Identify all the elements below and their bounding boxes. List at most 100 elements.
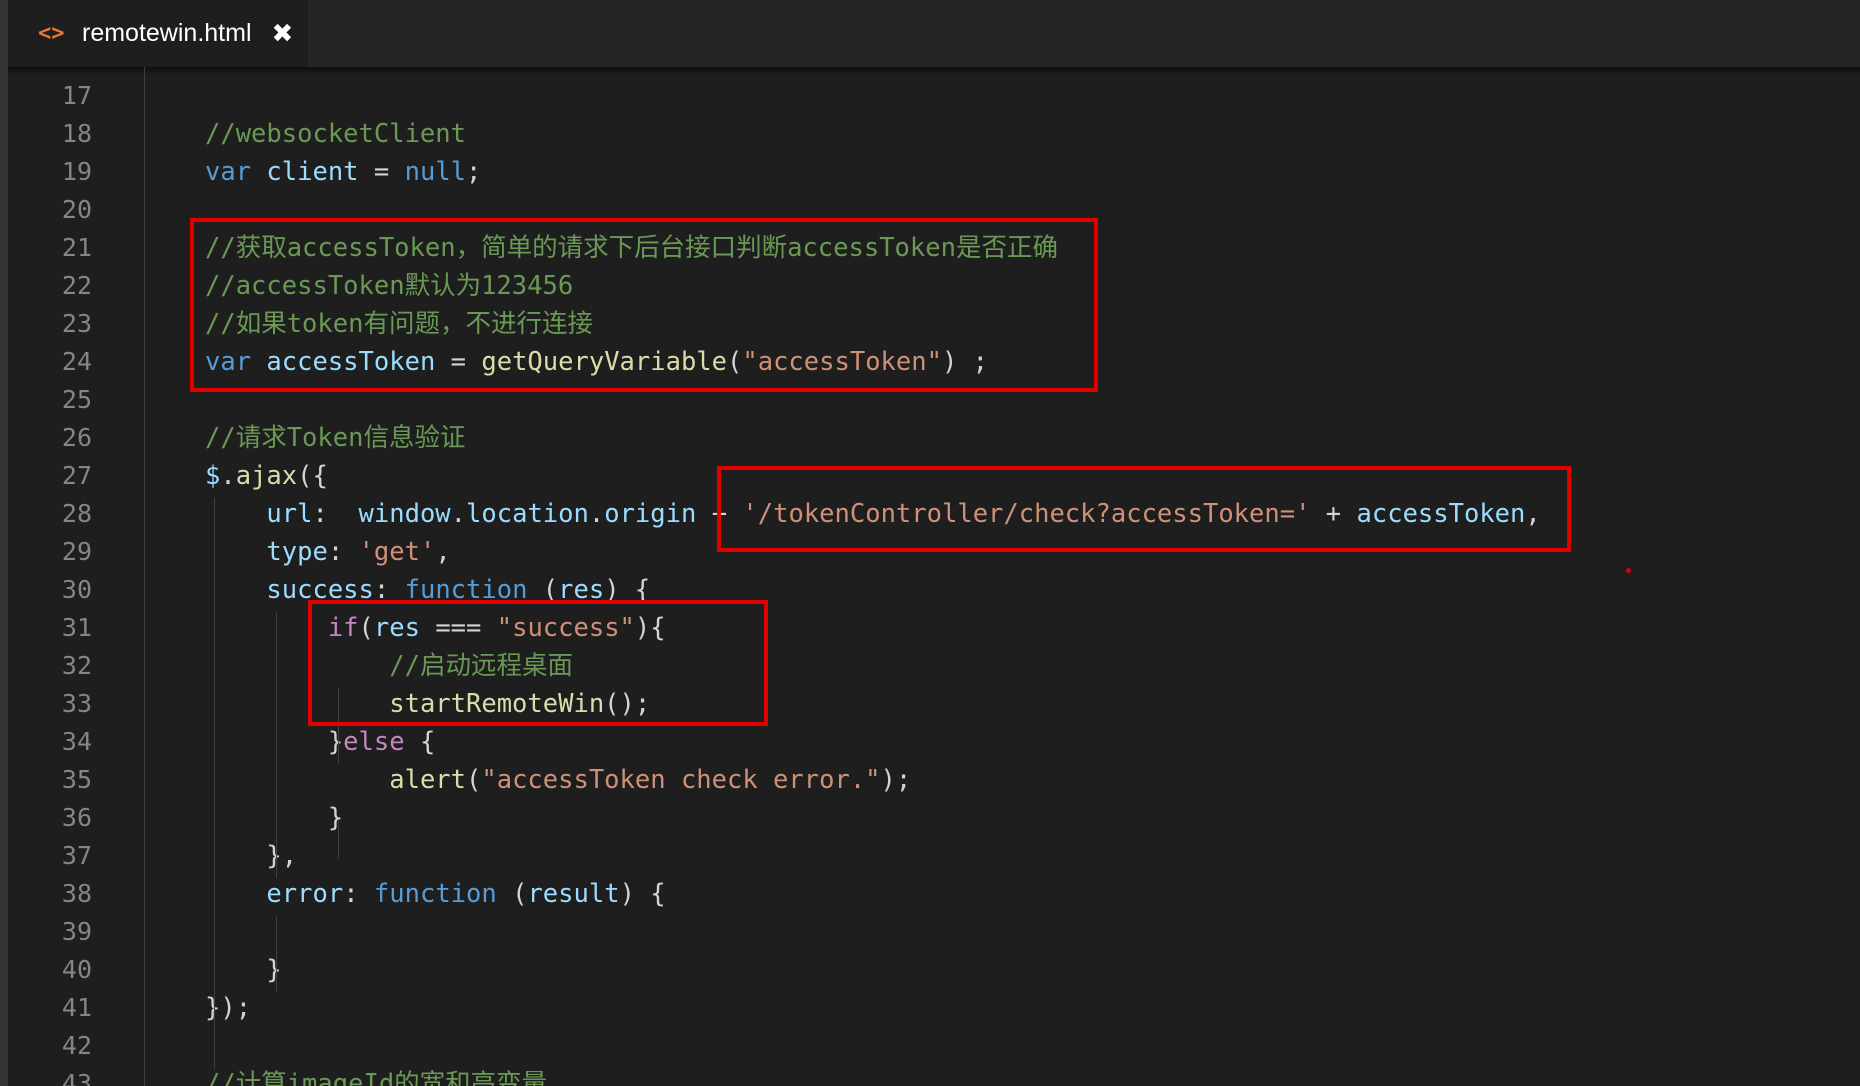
- line-number: 28: [61, 499, 92, 528]
- annotation-box-success-branch: [308, 600, 768, 726]
- indent-guide: [276, 612, 277, 878]
- line-number: 34: [61, 727, 92, 756]
- code-line[interactable]: 31 if(res === "success"){: [8, 609, 1860, 647]
- code-token: .: [450, 499, 467, 529]
- line-number: 20: [61, 195, 92, 224]
- code-line[interactable]: 19 var client = null;: [8, 153, 1860, 191]
- code-text: }else {: [205, 723, 436, 761]
- code-text: //请求Token信息验证: [205, 419, 465, 457]
- code-token: url: [266, 499, 313, 529]
- code-token: :: [312, 499, 359, 529]
- indent-guide: [144, 67, 145, 1086]
- code-token: }: [205, 803, 344, 833]
- code-line[interactable]: 18 //websocketClient: [8, 115, 1860, 153]
- code-token: //websocketClient: [205, 119, 466, 149]
- line-number: 43: [61, 1069, 92, 1086]
- line-number: 38: [61, 879, 92, 908]
- code-line[interactable]: 43 //计算imageId的宽和高变量: [8, 1065, 1860, 1086]
- code-line[interactable]: 41});: [8, 989, 1860, 1027]
- line-number: 36: [61, 803, 92, 832]
- code-line[interactable]: 36 }: [8, 799, 1860, 837]
- annotation-box-access-token: [190, 218, 1098, 392]
- code-token: :: [343, 879, 374, 909]
- code-token: ;: [466, 157, 482, 187]
- line-number: 42: [61, 1031, 92, 1060]
- tab-bar: <> remotewin.html ✖: [8, 0, 1860, 67]
- line-number: 32: [61, 651, 92, 680]
- code-text: $.ajax({: [205, 457, 328, 495]
- code-token: $: [205, 461, 221, 491]
- code-line[interactable]: 33 startRemoteWin();: [8, 685, 1860, 723]
- code-token: 'get': [358, 537, 436, 567]
- code-line[interactable]: 30 success: function (res) {: [8, 571, 1860, 609]
- code-line[interactable]: 37 },: [8, 837, 1860, 875]
- code-token: },: [205, 841, 298, 871]
- tab-title: remotewin.html: [82, 19, 252, 47]
- code-token: "accessToken check error.": [481, 765, 881, 795]
- code-token: ajax: [235, 461, 298, 491]
- close-icon[interactable]: ✖: [272, 19, 294, 49]
- code-token: :: [327, 537, 359, 567]
- code-line[interactable]: 34 }else {: [8, 723, 1860, 761]
- code-editor[interactable]: 17 18 //websocketClient 19 var client = null…: [8, 67, 1860, 1086]
- indent-guide: [276, 916, 277, 992]
- code-line[interactable]: 26 //请求Token信息验证: [8, 419, 1860, 457]
- code-line[interactable]: 35 alert("accessToken check error.");: [8, 761, 1860, 799]
- code-text: },: [205, 837, 297, 875]
- line-number: 26: [61, 423, 92, 452]
- indent-guide: [214, 498, 215, 1069]
- code-line[interactable]: 17: [8, 77, 1860, 115]
- annotation-box-url: [717, 466, 1571, 552]
- code-text: //websocketClient: [205, 115, 466, 153]
- line-number: 29: [61, 537, 92, 566]
- code-token: .: [220, 461, 236, 491]
- code-text: alert("accessToken check error.");: [205, 761, 911, 799]
- code-token: .: [588, 499, 605, 529]
- code-token: ({: [297, 461, 328, 491]
- code-token: (: [466, 765, 482, 795]
- code-text: });: [205, 989, 251, 1027]
- code-token: //计算imageId的宽和高变量: [205, 1069, 548, 1086]
- code-text: //计算imageId的宽和高变量: [205, 1065, 547, 1086]
- code-text: type: 'get',: [205, 533, 450, 571]
- code-token: client: [266, 157, 359, 187]
- code-token: type: [266, 537, 328, 567]
- code-text: var client = null;: [205, 153, 481, 191]
- line-number: 27: [61, 461, 92, 490]
- editor-top-shadow: [8, 67, 1860, 75]
- code-token: error: [266, 879, 344, 909]
- line-number: 30: [61, 575, 92, 604]
- line-number: 23: [61, 309, 92, 338]
- code-token: });: [205, 993, 252, 1023]
- code-line[interactable]: 42: [8, 1027, 1860, 1065]
- code-token: function: [373, 879, 497, 909]
- code-token: location: [466, 499, 589, 529]
- code-token: else: [343, 727, 405, 757]
- code-token: =: [358, 157, 405, 187]
- line-number: 41: [61, 993, 92, 1022]
- indent-guide: [338, 820, 339, 858]
- code-token: }: [205, 727, 344, 757]
- tab-remotewin-html[interactable]: <> remotewin.html ✖: [8, 0, 308, 67]
- code-token: window: [358, 499, 451, 529]
- line-number: 17: [61, 81, 92, 110]
- code-line[interactable]: 39: [8, 913, 1860, 951]
- code-token: (: [496, 879, 528, 909]
- code-token: ) {: [619, 879, 666, 909]
- code-line[interactable]: 40 }: [8, 951, 1860, 989]
- code-line[interactable]: 38 error: function (result) {: [8, 875, 1860, 913]
- code-brackets-icon: <>: [38, 21, 65, 46]
- code-token: {: [404, 727, 436, 757]
- code-token: var: [205, 157, 252, 187]
- line-number: 18: [61, 119, 92, 148]
- line-number: 31: [61, 613, 92, 642]
- line-number: 25: [61, 385, 92, 414]
- line-number: 35: [61, 765, 92, 794]
- code-token: result: [527, 879, 620, 909]
- line-number: 40: [61, 955, 92, 984]
- line-number: 37: [61, 841, 92, 870]
- line-number: 21: [61, 233, 92, 262]
- line-number: 33: [61, 689, 92, 718]
- code-line[interactable]: 32 //启动远程桌面: [8, 647, 1860, 685]
